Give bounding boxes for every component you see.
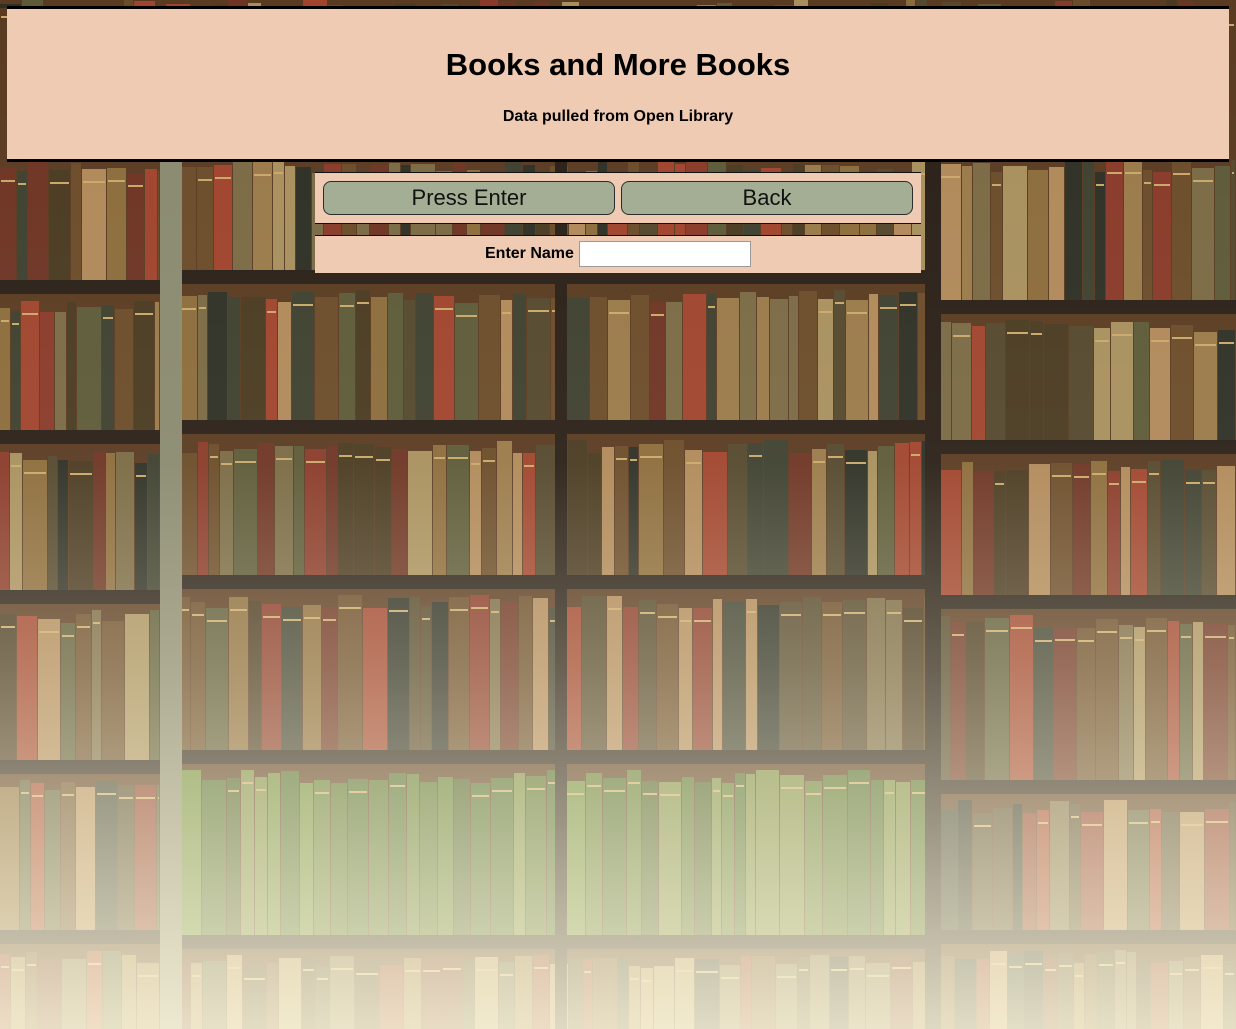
page-header: Books and More Books Data pulled from Op… [7, 6, 1229, 162]
name-label: Enter Name [485, 245, 574, 262]
name-input[interactable] [579, 241, 751, 267]
back-button[interactable]: Back [621, 181, 913, 215]
action-button-bar: Press Enter Back [315, 172, 921, 224]
press-enter-button[interactable]: Press Enter [323, 181, 615, 215]
name-form: Enter Name [315, 235, 921, 273]
page-title: Books and More Books [445, 47, 791, 82]
page-subtitle: Data pulled from Open Library [502, 108, 734, 125]
